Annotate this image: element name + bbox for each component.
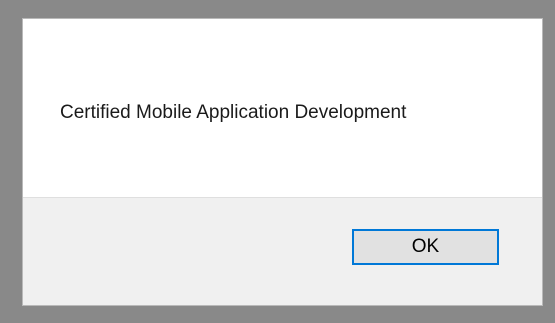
- ok-button-label: OK: [411, 236, 440, 257]
- dialog-button-bar: OK: [23, 198, 542, 305]
- message-dialog: Certified Mobile Application Development…: [22, 18, 543, 306]
- dialog-message: Certified Mobile Application Development: [60, 102, 407, 123]
- ok-button[interactable]: OK: [352, 229, 499, 265]
- dialog-content-area: Certified Mobile Application Development: [23, 19, 542, 198]
